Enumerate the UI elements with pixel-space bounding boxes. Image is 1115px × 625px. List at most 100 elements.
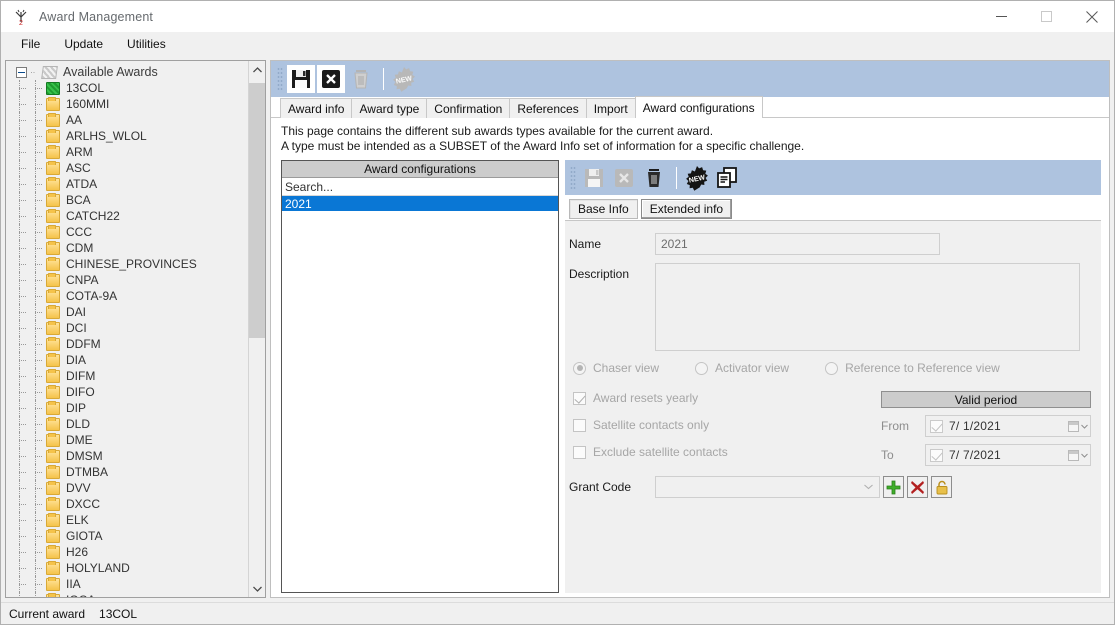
tree-item-ioca[interactable]: IOCA — [6, 592, 248, 597]
config-search-input[interactable] — [282, 178, 558, 196]
tab-confirmation[interactable]: Confirmation — [426, 98, 511, 118]
config-toolbar-grip[interactable] — [570, 165, 576, 190]
save-button[interactable] — [287, 65, 315, 93]
config-items[interactable]: 2021 — [282, 196, 558, 592]
tab-award-info[interactable]: Award info — [280, 98, 353, 118]
toolbar-grip[interactable] — [277, 67, 283, 91]
tree-item-iia[interactable]: IIA — [6, 576, 248, 592]
menu-file[interactable]: File — [9, 34, 52, 54]
tree-item-dmsm[interactable]: DMSM — [6, 448, 248, 464]
folder-icon — [46, 432, 60, 447]
cancel-button[interactable] — [317, 65, 345, 93]
valid-from-datepicker[interactable]: 7/ 1/2021 — [925, 415, 1091, 437]
tree-item-holyland[interactable]: HOLYLAND — [6, 560, 248, 576]
tree-item-h26[interactable]: H26 — [6, 544, 248, 560]
maximize-button[interactable] — [1024, 1, 1069, 32]
tree-item-asc[interactable]: ASC — [6, 160, 248, 176]
tree-item-160mmi[interactable]: 160MMI — [6, 96, 248, 112]
tree-item-dld[interactable]: DLD — [6, 416, 248, 432]
tree-item-arm[interactable]: ARM — [6, 144, 248, 160]
tree-item-dip[interactable]: DIP — [6, 400, 248, 416]
list-item[interactable]: 2021 — [282, 196, 558, 211]
tree-item-catch22[interactable]: CATCH22 — [6, 208, 248, 224]
tab-award-configurations[interactable]: Award configurations — [634, 96, 763, 118]
subtab-base-info[interactable]: Base Info — [569, 199, 638, 219]
subtab-extended-info[interactable]: Extended info — [640, 199, 733, 219]
calendar-dropdown-icon[interactable] — [1068, 420, 1088, 432]
config-form-pane: NEW Base Info Extended info Name 2021 De… — [565, 160, 1101, 593]
tree-item-dia[interactable]: DIA — [6, 352, 248, 368]
tree-item-giota[interactable]: GIOTA — [6, 528, 248, 544]
chevron-down-icon — [864, 484, 873, 490]
tree-scrollbar[interactable] — [248, 61, 265, 597]
new-button[interactable]: NEW — [390, 65, 418, 93]
lock-grant-code-button[interactable] — [931, 476, 952, 498]
radio-reference-to-reference-view[interactable]: Reference to Reference view — [825, 361, 1000, 375]
tree-item-cota-9a[interactable]: COTA-9A — [6, 288, 248, 304]
duplicate-config-button[interactable] — [713, 164, 741, 192]
tree-item-aa[interactable]: AA — [6, 112, 248, 128]
tree-item-bca[interactable]: BCA — [6, 192, 248, 208]
delete-button[interactable] — [347, 65, 375, 93]
menu-update[interactable]: Update — [52, 34, 115, 54]
description-input[interactable] — [655, 263, 1080, 351]
tree-item-dvv[interactable]: DVV — [6, 480, 248, 496]
calendar-dropdown-icon[interactable] — [1068, 449, 1088, 461]
tab-references[interactable]: References — [509, 98, 587, 118]
folder-icon — [46, 336, 60, 351]
valid-period-title: Valid period — [881, 391, 1091, 408]
radio-activator-view[interactable]: Activator view — [695, 361, 789, 375]
tree-item-difm[interactable]: DIFM — [6, 368, 248, 384]
valid-from-checkbox-icon[interactable] — [930, 419, 943, 433]
tab-import[interactable]: Import — [585, 98, 636, 118]
grant-code-combobox[interactable] — [655, 476, 880, 498]
tree-item-dtmba[interactable]: DTMBA — [6, 464, 248, 480]
delete-config-button[interactable] — [640, 164, 668, 192]
tree-item-ccc[interactable]: CCC — [6, 224, 248, 240]
tree-item-arlhs-wlol[interactable]: ARLHS_WLOL — [6, 128, 248, 144]
checkbox-award-resets-yearly[interactable]: Award resets yearly — [573, 391, 873, 405]
tree-item-cnpa[interactable]: CNPA — [6, 272, 248, 288]
calendar-icon — [1068, 420, 1079, 432]
tree-item-atda[interactable]: ATDA — [6, 176, 248, 192]
tab-award-type[interactable]: Award type — [351, 98, 428, 118]
tree-item-dxcc[interactable]: DXCC — [6, 496, 248, 512]
tree-item-label: DIP — [66, 401, 87, 415]
new-config-button[interactable]: NEW — [683, 164, 711, 192]
tree-collapse-icon[interactable] — [16, 66, 27, 78]
menu-utilities[interactable]: Utilities — [115, 34, 178, 54]
scroll-track[interactable] — [249, 78, 265, 580]
tree-item-label: ARM — [66, 145, 93, 159]
name-input[interactable] — [655, 233, 940, 255]
save-config-button[interactable] — [580, 164, 608, 192]
cancel-config-button[interactable] — [610, 164, 638, 192]
checkbox-satellite-contacts-only[interactable]: Satellite contacts only — [573, 418, 873, 432]
radio-chaser-view[interactable]: Chaser view — [573, 361, 659, 375]
tree-item-difo[interactable]: DIFO — [6, 384, 248, 400]
empty-checkbox-icon — [573, 418, 586, 432]
folder-icon — [46, 416, 60, 431]
scroll-down-arrow[interactable] — [249, 580, 265, 597]
close-button[interactable] — [1069, 1, 1114, 32]
tree-item-ddfm[interactable]: DDFM — [6, 336, 248, 352]
tree-root-available-awards[interactable]: ·· Available Awards — [6, 64, 248, 80]
tree-item-dci[interactable]: DCI — [6, 320, 248, 336]
tree-indent-guide — [30, 464, 46, 480]
tree-item-dai[interactable]: DAI — [6, 304, 248, 320]
minimize-button[interactable] — [979, 1, 1024, 32]
tree-item-cdm[interactable]: CDM — [6, 240, 248, 256]
tree-item-chinese-provinces[interactable]: CHINESE_PROVINCES — [6, 256, 248, 272]
tree-item-elk[interactable]: ELK — [6, 512, 248, 528]
tree-item-dme[interactable]: DME — [6, 432, 248, 448]
valid-to-checkbox-icon[interactable] — [930, 448, 943, 462]
checkbox-exclude-satellite-contacts[interactable]: Exclude satellite contacts — [573, 445, 873, 459]
scroll-thumb[interactable] — [249, 83, 265, 338]
tree-item-13col[interactable]: 13COL — [6, 80, 248, 96]
awards-tree[interactable]: ·· Available Awards 13COL 160MMI AA ARLHS_WLO… — [6, 61, 248, 597]
add-grant-code-button[interactable] — [883, 476, 904, 498]
scroll-up-arrow[interactable] — [249, 61, 265, 78]
valid-to-datepicker[interactable]: 7/ 7/2021 — [925, 444, 1091, 466]
valid-from-label: From — [881, 419, 909, 433]
delete-grant-code-button[interactable] — [907, 476, 928, 498]
folder-icon — [46, 496, 60, 511]
